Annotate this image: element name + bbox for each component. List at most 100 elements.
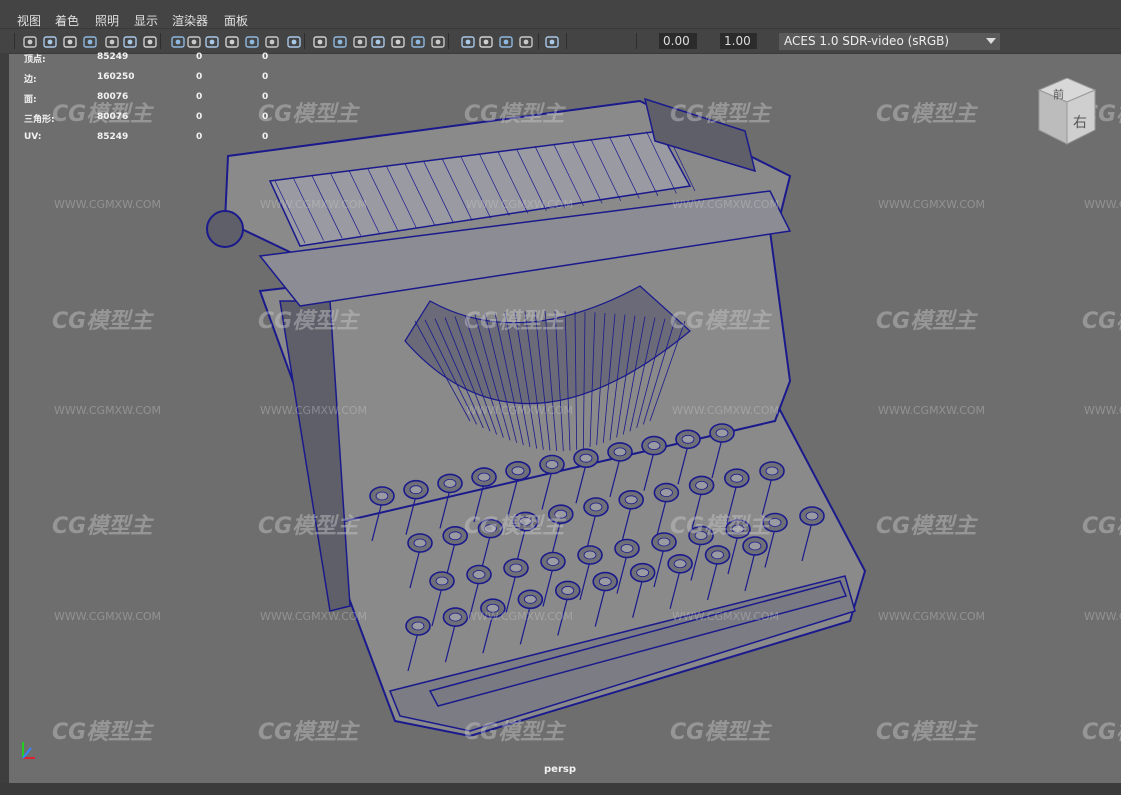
default-material-icon[interactable] bbox=[286, 33, 302, 51]
menu-shading[interactable]: 着色 bbox=[55, 12, 79, 29]
depth-of-field-icon[interactable] bbox=[460, 33, 476, 51]
camera-select-icon[interactable] bbox=[22, 33, 38, 51]
color-management-icon[interactable] bbox=[544, 33, 560, 51]
viewcube-right-label[interactable]: 右 bbox=[1073, 112, 1087, 132]
key-face bbox=[636, 568, 650, 578]
safe-title-icon[interactable] bbox=[224, 33, 240, 51]
key-face bbox=[375, 491, 389, 501]
chevron-down-icon bbox=[986, 38, 996, 44]
toolbar-separator bbox=[448, 33, 449, 49]
watermark-logo: CG模型主 bbox=[670, 514, 771, 539]
color-space-label: ACES 1.0 SDR-video (sRGB) bbox=[784, 34, 950, 48]
gate-mask-icon[interactable] bbox=[170, 33, 186, 51]
hud-value-total: 85249 bbox=[97, 52, 129, 62]
key-face bbox=[435, 576, 449, 586]
exposure-icon[interactable] bbox=[498, 33, 514, 51]
key-face bbox=[730, 473, 744, 483]
field-chart-icon[interactable] bbox=[186, 33, 202, 51]
watermark-logo: CG模型主 bbox=[258, 720, 359, 745]
key-face bbox=[472, 570, 486, 579]
key-face bbox=[715, 428, 729, 438]
wireframe-on-shaded-icon[interactable] bbox=[312, 33, 328, 51]
watermark-url: WWW.CGMXW.COM bbox=[878, 610, 986, 623]
watermark-logo: CG模型主 bbox=[876, 720, 977, 745]
left-panel-edge bbox=[0, 53, 9, 783]
watermark-logo: CG模型主 bbox=[258, 309, 359, 334]
watermark-logo: CG模型主 bbox=[876, 102, 977, 127]
watermark-logo: CG模型主 bbox=[670, 720, 771, 745]
smooth-shade-icon[interactable] bbox=[264, 33, 280, 51]
watermark-url: WWW.CGMXW.COM bbox=[1084, 404, 1121, 417]
watermark-logo: CG模型主 bbox=[876, 514, 977, 539]
screen-ao-icon[interactable] bbox=[390, 33, 406, 51]
isolate-select-icon[interactable] bbox=[478, 33, 494, 51]
watermark-url: WWW.CGMXW.COM bbox=[54, 198, 162, 211]
key-face bbox=[579, 453, 593, 463]
menu-lighting[interactable]: 照明 bbox=[95, 12, 119, 29]
key-face bbox=[561, 586, 575, 595]
watermark-logo: CG模型主 bbox=[52, 309, 153, 334]
hud-label: 面: bbox=[24, 95, 37, 105]
watermark-logo: CG模型主 bbox=[1082, 309, 1121, 334]
hud-value-total: 85249 bbox=[97, 132, 129, 142]
toolbar-separator bbox=[756, 33, 757, 49]
menu-show[interactable]: 显示 bbox=[134, 12, 158, 29]
resolution-gate-icon[interactable] bbox=[142, 33, 158, 51]
menu-view[interactable]: 视图 bbox=[17, 12, 41, 29]
toolbar-separator bbox=[160, 33, 161, 49]
safe-action-icon[interactable] bbox=[204, 33, 220, 51]
hud-label: 顶点: bbox=[24, 55, 46, 65]
camera-name-label: persp bbox=[544, 764, 576, 775]
key-face bbox=[748, 541, 762, 551]
xray-icon[interactable] bbox=[332, 33, 348, 51]
menu-panels[interactable]: 面板 bbox=[224, 12, 248, 29]
menu-renderer[interactable]: 渲染器 bbox=[172, 12, 208, 29]
toolbar-separator bbox=[304, 33, 305, 49]
key-face bbox=[511, 466, 525, 476]
watermark-logo: CG模型主 bbox=[670, 309, 771, 334]
bookmark-icon[interactable] bbox=[62, 33, 78, 51]
key-face bbox=[583, 550, 597, 560]
gamma-icon[interactable] bbox=[518, 33, 534, 51]
hud-value-selected: 0 bbox=[196, 72, 203, 82]
camera-attributes-icon[interactable] bbox=[42, 33, 58, 51]
hud-value-triangles: 0 bbox=[262, 112, 269, 122]
watermark-url: WWW.CGMXW.COM bbox=[54, 610, 162, 623]
shadows-icon[interactable] bbox=[370, 33, 386, 51]
view-cube[interactable]: 前 右 bbox=[1035, 77, 1099, 150]
hud-value-triangles: 0 bbox=[262, 92, 269, 102]
watermark-logo: CG模型主 bbox=[876, 309, 977, 334]
key-face bbox=[443, 478, 457, 488]
watermark-logo: CG模型主 bbox=[52, 720, 153, 745]
lights-icon[interactable] bbox=[352, 33, 368, 51]
color-space-dropdown[interactable]: ACES 1.0 SDR-video (sRGB) bbox=[779, 33, 1000, 50]
watermark-url: WWW.CGMXW.COM bbox=[466, 404, 574, 417]
key-face bbox=[509, 563, 523, 573]
watermark-url: WWW.CGMXW.COM bbox=[672, 198, 780, 211]
gamma-field[interactable]: 1.00 bbox=[720, 33, 756, 49]
antialias-icon[interactable] bbox=[430, 33, 446, 51]
key-face bbox=[647, 441, 661, 451]
viewport-3d[interactable] bbox=[9, 53, 1121, 784]
hud-value-total: 80076 bbox=[97, 112, 129, 122]
watermark-url: WWW.CGMXW.COM bbox=[260, 610, 368, 623]
key-face bbox=[620, 544, 634, 553]
watermark-url: WWW.CGMXW.COM bbox=[672, 610, 780, 623]
viewcube-front-label[interactable]: 前 bbox=[1053, 86, 1064, 102]
watermark-logo: CG模型主 bbox=[258, 514, 359, 539]
key-face bbox=[448, 531, 462, 541]
watermark-url: WWW.CGMXW.COM bbox=[54, 404, 162, 417]
key-face bbox=[657, 537, 671, 547]
hud-value-selected: 0 bbox=[196, 52, 203, 62]
grid-icon[interactable] bbox=[104, 33, 120, 51]
watermark-url: WWW.CGMXW.COM bbox=[260, 404, 368, 417]
image-plane-icon[interactable] bbox=[82, 33, 98, 51]
wireframe-icon[interactable] bbox=[244, 33, 260, 51]
key-face bbox=[711, 550, 724, 560]
motion-blur-icon[interactable] bbox=[410, 33, 426, 51]
watermark-url: WWW.CGMXW.COM bbox=[260, 198, 368, 211]
exposure-field[interactable]: 0.00 bbox=[659, 33, 697, 49]
film-gate-icon[interactable] bbox=[122, 33, 138, 51]
key-face bbox=[765, 466, 779, 476]
watermark-url: WWW.CGMXW.COM bbox=[1084, 610, 1121, 623]
